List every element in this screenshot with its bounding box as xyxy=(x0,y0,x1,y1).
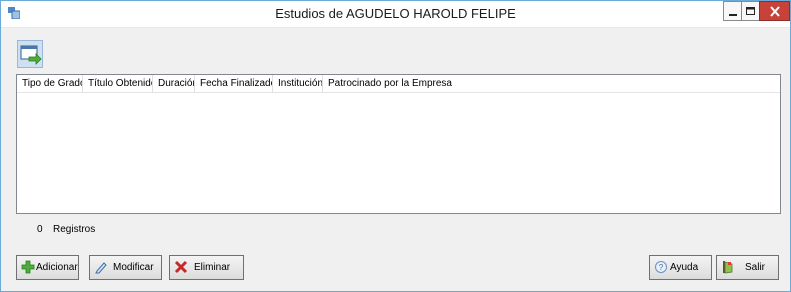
title-bar[interactable]: Estudios de AGUDELO HAROLD FELIPE xyxy=(1,1,790,28)
grid-header: Tipo de Grado Título Obtenido Duración F… xyxy=(17,75,780,93)
window-title: Estudios de AGUDELO HAROLD FELIPE xyxy=(275,6,516,21)
modify-label: Modificar xyxy=(113,262,154,273)
window: Estudios de AGUDELO HAROLD FELIPE Tipo d… xyxy=(0,0,791,292)
column-header-patrocinado[interactable]: Patrocinado por la Empresa xyxy=(323,75,453,92)
svg-text:?: ? xyxy=(659,263,664,272)
add-button[interactable]: Adicionar xyxy=(16,255,79,280)
pencil-icon xyxy=(95,262,107,274)
exit-door-icon xyxy=(723,261,733,274)
column-header-institucion[interactable]: Institución xyxy=(273,75,323,92)
column-header-duracion[interactable]: Duración xyxy=(153,75,195,92)
minimize-button[interactable] xyxy=(723,1,741,21)
delete-x-icon xyxy=(174,260,188,274)
column-header-tipo-de-grado[interactable]: Tipo de Grado xyxy=(17,75,83,92)
maximize-icon xyxy=(746,7,755,15)
records-count: 0 xyxy=(37,224,43,235)
delete-button[interactable]: Eliminar xyxy=(169,255,244,280)
delete-label: Eliminar xyxy=(194,262,231,273)
close-button[interactable] xyxy=(759,1,790,21)
exit-button[interactable]: Salir xyxy=(716,255,779,280)
client-area: Tipo de Grado Título Obtenido Duración F… xyxy=(8,28,783,286)
studies-grid[interactable]: Tipo de Grado Título Obtenido Duración F… xyxy=(16,74,781,214)
export-window-icon xyxy=(20,45,42,65)
plus-icon xyxy=(21,260,35,274)
exit-label: Salir xyxy=(745,262,766,273)
minimize-icon xyxy=(729,14,737,16)
modify-button[interactable]: Modificar xyxy=(89,255,162,280)
records-label: Registros xyxy=(53,224,96,235)
help-button[interactable]: ? Ayuda xyxy=(649,255,712,280)
close-icon xyxy=(770,6,780,17)
column-header-fecha-finalizado[interactable]: Fecha Finalizado xyxy=(195,75,273,92)
help-label: Ayuda xyxy=(670,262,699,273)
help-icon: ? xyxy=(655,261,667,273)
export-button[interactable] xyxy=(17,40,43,68)
add-label: Adicionar xyxy=(36,262,78,273)
column-header-titulo-obtenido[interactable]: Título Obtenido xyxy=(83,75,153,92)
maximize-button[interactable] xyxy=(741,1,759,21)
